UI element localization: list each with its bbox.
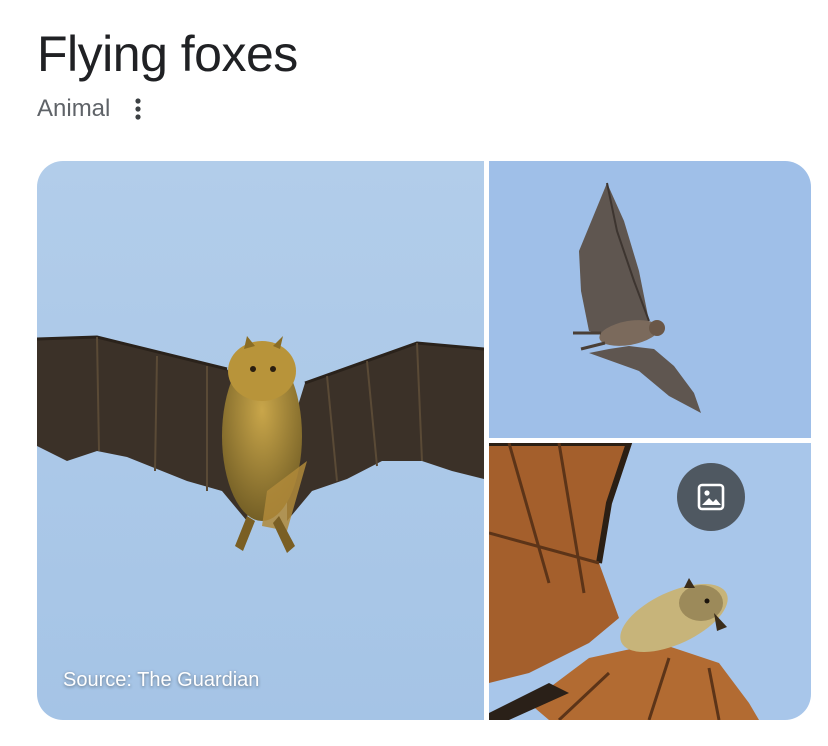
gallery-divider-horizontal [489,438,811,443]
subtitle-row: Animal [37,94,148,124]
view-images-button[interactable] [677,463,745,531]
bottom-right-image[interactable] [489,443,811,720]
image-source-label: Source: The Guardian [63,669,260,691]
main-image[interactable]: Source: The Guardian [37,161,484,720]
knowledge-panel: Flying foxes Animal Source: The Guardian [0,0,828,746]
top-right-image[interactable] [489,161,811,438]
more-options-button[interactable] [128,94,148,124]
image-gallery: Source: The Guardian [37,161,811,720]
page-title: Flying foxes [37,26,298,82]
more-vert-icon [135,98,141,120]
entity-type: Animal [37,95,111,122]
image-icon [697,483,725,511]
